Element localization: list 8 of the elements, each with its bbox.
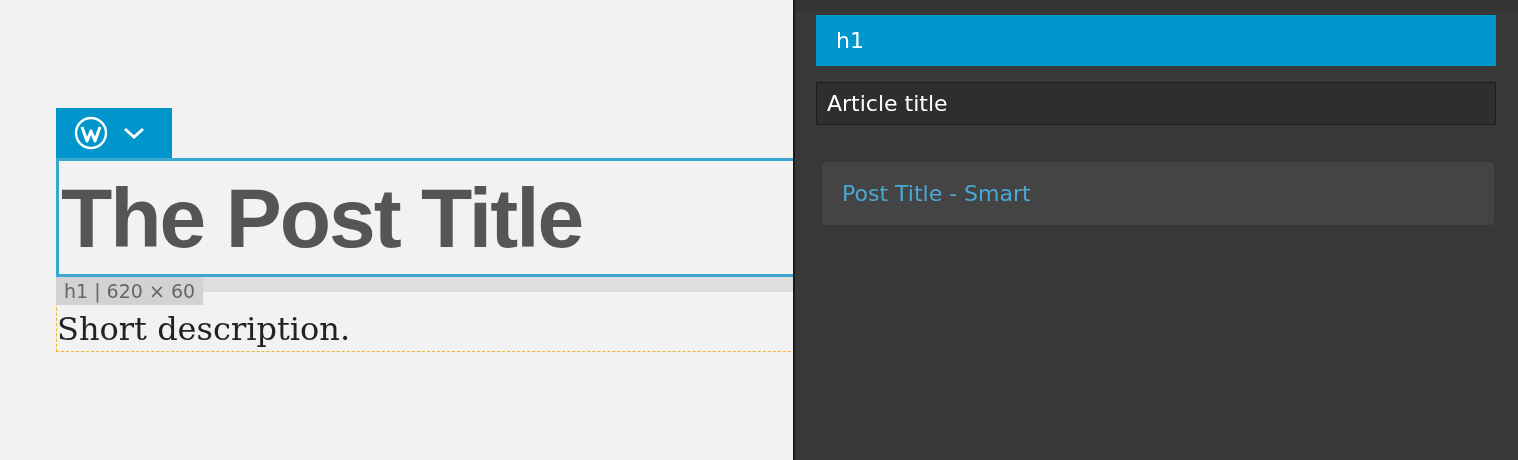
wordpress-icon[interactable]	[74, 116, 108, 150]
description-text: Short description.	[57, 309, 351, 350]
name-input-field[interactable]: Article title	[816, 82, 1496, 125]
suggestion-link[interactable]: Post Title - Smart	[842, 181, 1031, 206]
selected-heading-block[interactable]: The Post Title	[56, 158, 793, 277]
post-title: The Post Title	[60, 175, 583, 260]
element-size-label: h1 | 620 × 60	[56, 277, 204, 305]
chevron-down-icon[interactable]	[122, 125, 146, 141]
